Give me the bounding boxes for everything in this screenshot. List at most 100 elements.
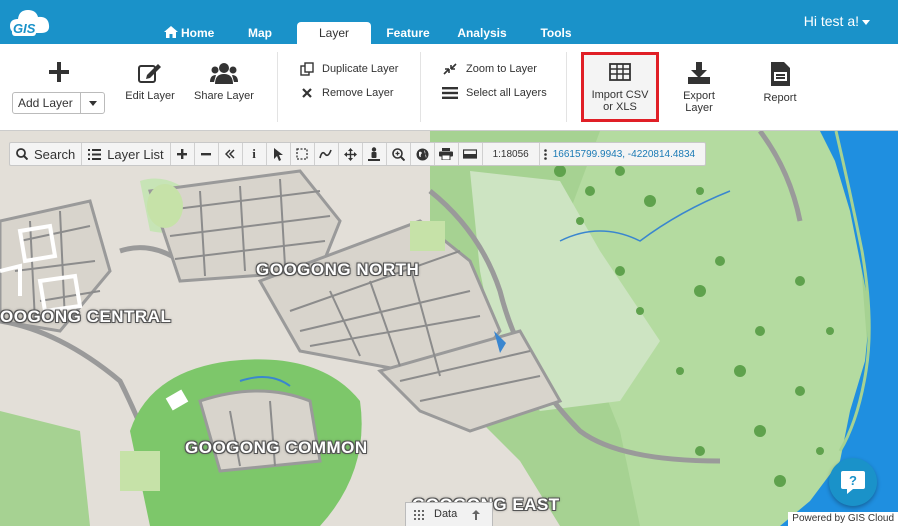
ribbon-divider	[277, 52, 278, 122]
zoom-to-layer-label: Zoom to Layer	[466, 63, 537, 75]
tab-feature[interactable]: Feature	[381, 22, 435, 44]
duplicate-layer-button[interactable]: Duplicate Layer	[300, 62, 398, 76]
minus-icon	[201, 153, 212, 156]
map-basemap	[0, 131, 898, 526]
tab-analysis-label: Analysis	[457, 26, 507, 40]
draw-icon	[319, 149, 332, 159]
tab-map-label: Map	[248, 26, 272, 40]
box-select-button[interactable]	[291, 143, 315, 165]
user-menu[interactable]: Hi test a!	[804, 13, 870, 29]
scale-value: 1:18056	[492, 148, 529, 160]
share-layer-label: Share Layer	[194, 90, 254, 102]
tab-home-label: Home	[181, 26, 215, 40]
add-layer-label: Add Layer	[18, 96, 73, 110]
plus-icon	[49, 62, 69, 82]
arrow-up-icon	[472, 510, 480, 520]
data-tab-label: Data	[434, 508, 458, 520]
print-icon	[439, 148, 454, 160]
tab-layer-label: Layer	[318, 26, 350, 40]
gis-cloud-logo[interactable]: GIS	[8, 5, 52, 39]
help-chat-button[interactable]: ?	[829, 458, 877, 506]
select-all-layers-button[interactable]: Select all Layers	[442, 86, 547, 100]
zoom-to-layer-button[interactable]: Zoom to Layer	[442, 62, 537, 76]
print-button[interactable]	[435, 143, 459, 165]
info-button[interactable]: i	[243, 143, 267, 165]
logo-text: GIS	[12, 21, 37, 36]
tab-tools[interactable]: Tools	[536, 22, 576, 44]
grid-icon	[414, 510, 424, 520]
info-icon: i	[252, 146, 256, 161]
tab-layer[interactable]: Layer	[297, 22, 371, 44]
remove-layer-button[interactable]: Remove Layer	[300, 86, 394, 100]
close-icon	[302, 88, 312, 98]
select-all-layers-label: Select all Layers	[466, 87, 547, 99]
tab-analysis[interactable]: Analysis	[452, 22, 512, 44]
data-panel-tab[interactable]: Data	[405, 502, 493, 526]
tab-home[interactable]: Home	[160, 22, 218, 44]
map-label-googong-common: GOOGONG COMMON	[185, 438, 368, 457]
add-layer-dropdown[interactable]: Add Layer	[12, 92, 105, 114]
zoom-icon	[391, 147, 405, 161]
ribbon-divider	[420, 52, 421, 122]
map-label-googong-central: OOGONG CENTRAL	[0, 307, 172, 326]
chevron-down-icon	[862, 19, 870, 25]
import-csv-label-2: or XLS	[603, 101, 637, 113]
collapse-toolbar-button[interactable]	[219, 143, 243, 165]
add-layer-icon-button[interactable]	[45, 62, 73, 88]
users-icon	[210, 63, 238, 84]
tab-map[interactable]: Map	[240, 22, 280, 44]
copy-icon	[300, 62, 314, 76]
globe-icon	[416, 148, 429, 160]
report-label: Report	[763, 92, 797, 104]
map-canvas[interactable]: GOOGONG NORTH OOGONG CENTRAL GOOGONG COM…	[0, 131, 898, 526]
list-icon	[442, 87, 458, 99]
ruler-icon	[463, 149, 478, 159]
select-pointer-button[interactable]	[267, 143, 291, 165]
download-icon	[688, 62, 710, 84]
double-chevron-left-icon	[225, 149, 235, 159]
dashed-box-icon	[296, 148, 308, 160]
map-toolbar: Search Layer List i 1:18056 16615799.994…	[9, 142, 707, 166]
tab-tools-label: Tools	[540, 26, 572, 40]
svg-text:?: ?	[849, 473, 857, 488]
edit-layer-label: Edit Layer	[125, 90, 175, 102]
export-layer-label-1: Export	[683, 90, 715, 102]
coordinates-readout: 16615799.9943, -4220814.4834	[540, 143, 705, 165]
coordinates-value: 16615799.9943, -4220814.4834	[552, 148, 696, 160]
pegman-icon	[368, 147, 381, 161]
user-greeting: Hi test a!	[803, 13, 859, 29]
home-icon	[163, 26, 181, 40]
zoom-box-button[interactable]	[387, 143, 411, 165]
chevron-down-icon[interactable]	[80, 93, 104, 113]
table-icon	[609, 63, 631, 81]
zoom-out-button[interactable]	[195, 143, 219, 165]
remove-layer-label: Remove Layer	[322, 87, 394, 99]
export-layer-button[interactable]: Export Layer	[672, 62, 726, 114]
pointer-icon	[274, 147, 284, 161]
street-view-button[interactable]	[363, 143, 387, 165]
export-layer-label-2: Layer	[685, 102, 713, 114]
import-csv-label-1: Import CSV	[591, 89, 649, 101]
measure-button[interactable]	[459, 143, 483, 165]
list-icon	[88, 148, 102, 160]
report-button[interactable]: Report	[756, 62, 804, 104]
search-icon	[16, 148, 28, 160]
share-layer-button[interactable]: Share Layer	[190, 62, 258, 102]
tab-feature-label: Feature	[386, 26, 430, 40]
plus-icon	[177, 149, 188, 159]
compress-icon	[443, 63, 457, 75]
ribbon-divider	[566, 52, 567, 122]
layer-list-button[interactable]: Layer List	[82, 143, 171, 165]
pan-button[interactable]	[339, 143, 363, 165]
zoom-in-button[interactable]	[171, 143, 195, 165]
edit-layer-button[interactable]: Edit Layer	[120, 62, 180, 102]
search-button[interactable]: Search	[10, 143, 83, 165]
scale-readout: 1:18056	[483, 143, 540, 165]
import-csv-button[interactable]: Import CSV or XLS	[581, 52, 659, 122]
draw-button[interactable]	[315, 143, 339, 165]
top-nav-bar: GIS Home Map Layer Feature Analysis Tool…	[0, 0, 898, 44]
map-label-googong-north: GOOGONG NORTH	[256, 260, 420, 279]
move-icon	[343, 147, 357, 161]
powered-by-label: Powered by GIS Cloud	[788, 512, 898, 526]
basemap-button[interactable]	[411, 143, 435, 165]
